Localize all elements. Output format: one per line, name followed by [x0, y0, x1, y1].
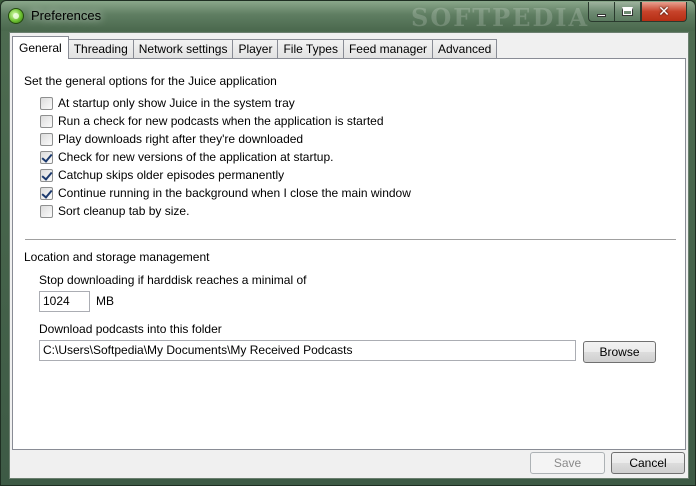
cancel-button[interactable]: Cancel — [611, 452, 685, 474]
option-label: Sort cleanup tab by size. — [58, 204, 190, 218]
browse-button[interactable]: Browse — [583, 341, 656, 363]
option-checkbox[interactable] — [40, 168, 53, 182]
save-button[interactable]: Save — [530, 452, 605, 474]
download-folder-input[interactable]: C:\Users\Softpedia\My Documents\My Recei… — [39, 340, 576, 361]
option-label: Check for new versions of the applicatio… — [58, 150, 334, 164]
general-tab-panel: Set the general options for the Juice ap… — [12, 58, 686, 450]
maximize-icon — [622, 7, 633, 16]
minimize-icon — [597, 14, 606, 17]
window-title: Preferences — [31, 8, 102, 23]
option-startup-tray[interactable]: At startup only show Juice in the system… — [40, 95, 295, 111]
tab-strip: General Threading Network settings Playe… — [12, 36, 498, 59]
tab-player[interactable]: Player — [233, 39, 279, 59]
option-checkbox[interactable] — [40, 150, 53, 164]
option-label: Run a check for new podcasts when the ap… — [58, 114, 384, 128]
option-run-in-background[interactable]: Continue running in the background when … — [40, 185, 411, 201]
option-checkbox[interactable] — [40, 204, 53, 218]
close-icon: ✕ — [658, 3, 670, 20]
general-options-heading: Set the general options for the Juice ap… — [24, 74, 277, 88]
option-check-updates[interactable]: Check for new versions of the applicatio… — [40, 149, 333, 165]
option-sort-cleanup[interactable]: Sort cleanup tab by size. — [40, 203, 189, 219]
title-bar[interactable]: Preferences SOFTPEDIA ✕ — [1, 1, 695, 32]
tab-general[interactable]: General — [12, 36, 69, 59]
tab-file-types[interactable]: File Types — [278, 39, 344, 59]
preferences-window: Preferences SOFTPEDIA ✕ General Threadin… — [0, 0, 696, 486]
storage-heading: Location and storage management — [24, 250, 210, 264]
dialog-client-area: General Threading Network settings Playe… — [9, 32, 689, 479]
option-check-new-podcasts[interactable]: Run a check for new podcasts when the ap… — [40, 113, 384, 129]
min-disk-label: Stop downloading if harddisk reaches a m… — [39, 273, 307, 287]
download-folder-label: Download podcasts into this folder — [39, 322, 222, 336]
section-divider — [25, 239, 676, 241]
min-disk-input[interactable]: 1024 — [39, 291, 90, 312]
option-checkbox[interactable] — [40, 132, 53, 146]
maximize-button[interactable] — [614, 2, 641, 22]
option-label: Catchup skips older episodes permanently — [58, 168, 285, 182]
min-disk-unit: MB — [96, 294, 114, 308]
option-checkbox[interactable] — [40, 186, 53, 200]
option-label: Play downloads right after they're downl… — [58, 132, 304, 146]
option-checkbox[interactable] — [40, 96, 53, 110]
option-checkbox[interactable] — [40, 114, 53, 128]
softpedia-watermark: SOFTPEDIA — [411, 3, 590, 32]
option-label: At startup only show Juice in the system… — [58, 96, 295, 110]
minimize-button[interactable] — [588, 2, 615, 22]
option-catchup-skips[interactable]: Catchup skips older episodes permanently — [40, 167, 284, 183]
close-button[interactable]: ✕ — [641, 2, 687, 22]
tab-advanced[interactable]: Advanced — [432, 39, 498, 59]
tab-feed-manager[interactable]: Feed manager — [343, 39, 433, 59]
option-label: Continue running in the background when … — [58, 186, 411, 200]
juice-app-icon — [8, 8, 24, 24]
option-play-downloads[interactable]: Play downloads right after they're downl… — [40, 131, 303, 147]
tab-threading[interactable]: Threading — [68, 39, 134, 59]
tab-network-settings[interactable]: Network settings — [133, 39, 234, 59]
